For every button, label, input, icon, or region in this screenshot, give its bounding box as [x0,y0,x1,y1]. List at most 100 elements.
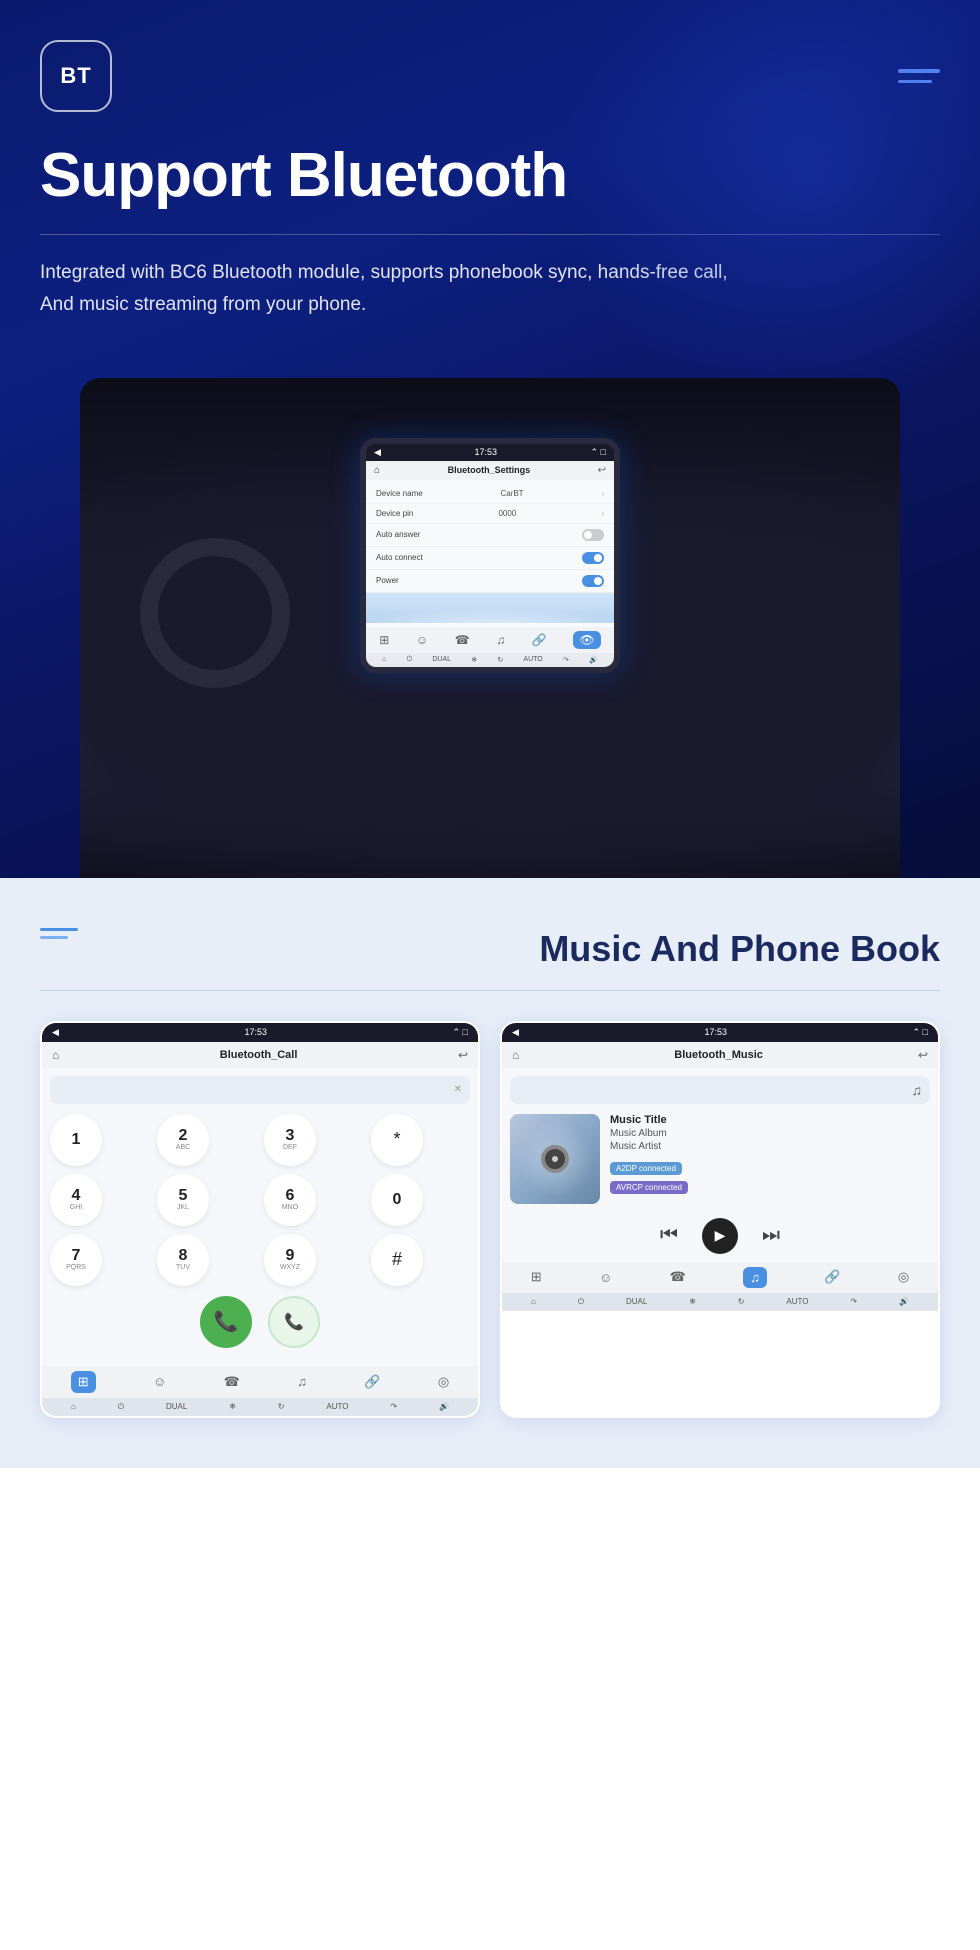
music-player-area: Music Title Music Album Music Artist A2D… [510,1114,930,1204]
display-row-power[interactable]: Power [366,570,614,593]
display-wave [366,593,614,623]
bottom-icon-grid[interactable]: ⊞ [379,633,389,647]
bottom-icon-music[interactable]: ♫ [496,633,505,647]
menu-button[interactable] [898,69,940,83]
call-bottom-eye[interactable]: ◎ [438,1374,449,1390]
music-nav-bar: ⌂ Bluetooth_Music ↩ [502,1042,938,1068]
call-ac-home[interactable]: ⌂ [71,1402,76,1412]
music-bottom-phone[interactable]: ☎ [670,1269,686,1285]
ac-home[interactable]: ⌂ [382,656,386,663]
key-6[interactable]: 6MNO [264,1174,316,1226]
display-row-auto-connect[interactable]: Auto connect [366,547,614,570]
key-3[interactable]: 3DEF [264,1114,316,1166]
music-bottom-user[interactable]: ☺ [599,1270,612,1285]
call-ac-dual[interactable]: DUAL [166,1402,187,1412]
call-bottom-icons: ⊞ ☺ ☎ ♫ 🔗 ◎ [42,1366,478,1398]
auto-answer-toggle[interactable] [582,529,604,541]
call-ac-fan[interactable]: ❄ [229,1402,236,1412]
music-ac-recycle[interactable]: ↻ [738,1297,745,1307]
call-hangup-button[interactable]: 📞 [268,1296,320,1348]
bottom-icon-link[interactable]: 🔗 [532,633,547,647]
display-ac-bar: ⌂ ⏻ DUAL ❄ ↻ AUTO ↷ 🔊 [366,653,614,667]
display-time: 17:53 [474,447,497,458]
key-7[interactable]: 7PQRS [50,1234,102,1286]
ac-auto[interactable]: AUTO [523,656,542,663]
device-name-label: Device name [376,489,423,498]
music-note-icon[interactable]: ♫ [912,1082,923,1098]
next-track-button[interactable]: ⏭ [762,1224,780,1247]
auto-connect-toggle[interactable] [582,552,604,564]
key-5[interactable]: 5JKL [157,1174,209,1226]
avrcp-badge: AVRCP connected [610,1181,688,1194]
display-home-icon[interactable]: ⌂ [374,465,380,476]
music-ac-airflow[interactable]: ↷ [850,1297,857,1307]
auto-connect-label: Auto connect [376,553,423,562]
music-bottom-music[interactable]: ♫ [743,1267,767,1288]
music-title: Music Title [610,1114,930,1126]
call-home-icon[interactable]: ⌂ [52,1048,59,1062]
music-bottom-link[interactable]: 🔗 [824,1269,840,1285]
music-info: Music Title Music Album Music Artist A2D… [610,1114,930,1204]
call-search-bar[interactable]: ✕ [50,1076,470,1104]
bottom-icon-phone[interactable]: ☎ [455,633,470,647]
display-row-auto-answer[interactable]: Auto answer [366,524,614,547]
key-4[interactable]: 4GHI [50,1174,102,1226]
device-pin-value: 0000 [498,509,516,518]
ac-airflow[interactable]: ↷ [563,656,569,664]
call-ac-recycle[interactable]: ↻ [278,1402,285,1412]
call-ac-airflow[interactable]: ↷ [390,1402,397,1412]
call-bottom-grid[interactable]: ⊞ [71,1371,96,1393]
call-bottom-music[interactable]: ♫ [297,1374,307,1389]
music-ac-home[interactable]: ⌂ [531,1297,536,1307]
music-back-icon[interactable]: ↩ [918,1048,928,1062]
ac-volume[interactable]: 🔊 [589,656,598,664]
music-ac-bar: ⌂ ⏻ DUAL ❄ ↻ AUTO ↷ 🔊 [502,1293,938,1311]
music-home-icon[interactable]: ⌂ [512,1048,519,1062]
power-toggle[interactable] [582,575,604,587]
music-ac-volume[interactable]: 🔊 [899,1297,909,1307]
music-time: 17:53 [704,1027,727,1038]
bottom-section: Music And Phone Book ◀ 17:53 ⌃ □ ⌂ Bluet… [0,878,980,1468]
ac-power[interactable]: ⏻ [407,656,413,664]
call-back-icon[interactable]: ↩ [458,1048,468,1062]
call-status-icons: ⌃ □ [453,1027,468,1038]
ac-dual[interactable]: DUAL [432,656,451,663]
call-answer-button[interactable]: 📞 [200,1296,252,1348]
key-2[interactable]: 2ABC [157,1114,209,1166]
music-ac-auto[interactable]: AUTO [786,1297,808,1307]
music-ac-dual[interactable]: DUAL [626,1297,647,1307]
hero-header: BT [40,40,940,112]
device-pin-label: Device pin [376,509,413,518]
key-hash[interactable]: # [371,1234,423,1286]
call-search-clear[interactable]: ✕ [454,1084,462,1095]
steering-wheel [140,538,290,688]
play-button[interactable]: ▶ [702,1218,738,1254]
display-back-arrow: ◀ [374,447,381,458]
call-bottom-link[interactable]: 🔗 [364,1374,380,1390]
ac-recycle[interactable]: ↻ [497,656,503,664]
ac-fan[interactable]: ❄ [471,656,477,664]
key-1[interactable]: 1 [50,1114,102,1166]
call-bottom-phone[interactable]: ☎ [224,1374,240,1390]
call-back-arrow: ◀ [52,1027,59,1038]
bottom-icon-user[interactable]: ☺ [416,633,428,647]
music-ac-fan[interactable]: ❄ [689,1297,696,1307]
call-ac-volume[interactable]: 🔊 [439,1402,449,1412]
call-ac-power[interactable]: ⏻ [118,1402,124,1412]
key-9[interactable]: 9WXYZ [264,1234,316,1286]
call-ac-auto[interactable]: AUTO [326,1402,348,1412]
call-ac-bar: ⌂ ⏻ DUAL ❄ ↻ AUTO ↷ 🔊 [42,1398,478,1416]
key-8[interactable]: 8TUV [157,1234,209,1286]
bottom-icon-eye[interactable]: 👁 [573,631,600,649]
key-star[interactable]: * [371,1114,423,1166]
display-row-device-name[interactable]: Device name CarBT › [366,484,614,504]
music-search-bar[interactable]: ♫ [510,1076,930,1104]
music-bottom-eye[interactable]: ◎ [898,1269,909,1285]
display-row-device-pin[interactable]: Device pin 0000 › [366,504,614,524]
call-bottom-user[interactable]: ☺ [153,1374,166,1389]
display-back-icon[interactable]: ↩ [598,465,606,476]
music-ac-power[interactable]: ⏻ [578,1297,584,1307]
music-bottom-grid[interactable]: ⊞ [531,1269,542,1285]
key-0[interactable]: 0 [371,1174,423,1226]
prev-track-button[interactable]: ⏮ [660,1224,678,1247]
